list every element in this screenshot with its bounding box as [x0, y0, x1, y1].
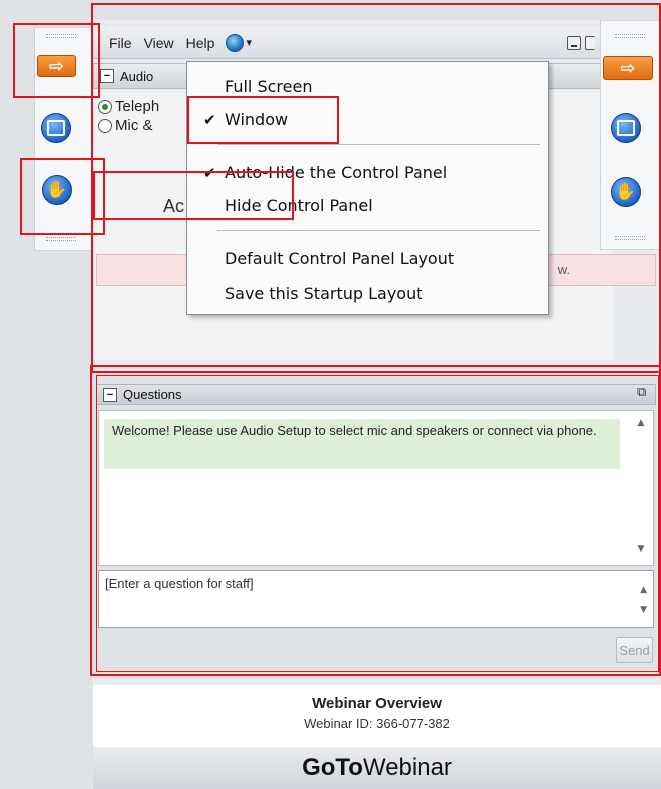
highlight-file-menu: [13, 23, 100, 98]
highlight-questions-inner: [96, 375, 659, 672]
screen-view-button[interactable]: [41, 113, 71, 143]
highlight-window-item: [187, 96, 339, 144]
window-icon: [47, 120, 65, 136]
gotowebinar-logo: GoTo Webinar: [93, 747, 661, 789]
webinar-overview: Webinar Overview Webinar ID: 366-077-382: [93, 685, 661, 747]
webinar-id: Webinar ID: 366-077-382: [304, 716, 450, 731]
logo-goto: GoTo: [302, 754, 363, 781]
left-grip-bottom[interactable]: [46, 237, 76, 241]
logo-webinar: Webinar: [362, 754, 452, 781]
highlight-hide-control-panel: [93, 171, 294, 220]
webinar-overview-title: Webinar Overview: [312, 695, 442, 712]
